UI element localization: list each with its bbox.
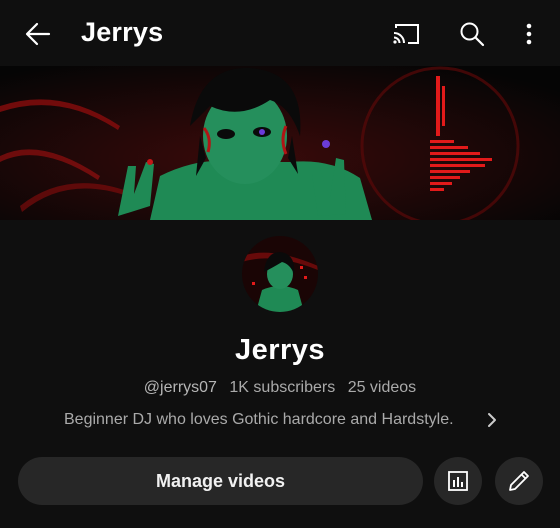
chevron-right-icon xyxy=(488,413,496,427)
back-button[interactable] xyxy=(18,14,58,54)
manage-videos-button[interactable]: Manage videos xyxy=(18,457,423,505)
channel-banner xyxy=(0,66,560,220)
channel-stats: @jerrys07 1K subscribers 25 videos xyxy=(0,379,560,397)
analytics-icon xyxy=(448,471,468,491)
channel-handle: @jerrys07 xyxy=(143,379,217,396)
channel-description[interactable]: Beginner DJ who loves Gothic hardcore an… xyxy=(64,411,454,429)
avatar-image xyxy=(242,236,318,312)
edit-pencil-icon xyxy=(509,471,529,491)
page-title: Jerrys xyxy=(81,17,164,47)
channel-avatar[interactable] xyxy=(242,236,318,312)
top-app-bar: Jerrys xyxy=(0,0,560,66)
more-vertical-icon xyxy=(526,23,532,45)
arrow-back-icon xyxy=(25,22,51,46)
edit-channel-button[interactable] xyxy=(495,457,543,505)
cast-icon xyxy=(393,24,419,44)
channel-name: Jerrys xyxy=(234,334,326,366)
banner-image xyxy=(0,66,560,220)
more-options-button[interactable] xyxy=(509,14,549,54)
subscriber-count: 1K subscribers xyxy=(229,379,336,396)
search-button[interactable] xyxy=(452,14,492,54)
analytics-button[interactable] xyxy=(434,457,482,505)
description-expand-button[interactable] xyxy=(480,408,504,432)
video-count: 25 videos xyxy=(347,379,417,396)
search-icon xyxy=(460,22,485,47)
cast-button[interactable] xyxy=(386,14,426,54)
